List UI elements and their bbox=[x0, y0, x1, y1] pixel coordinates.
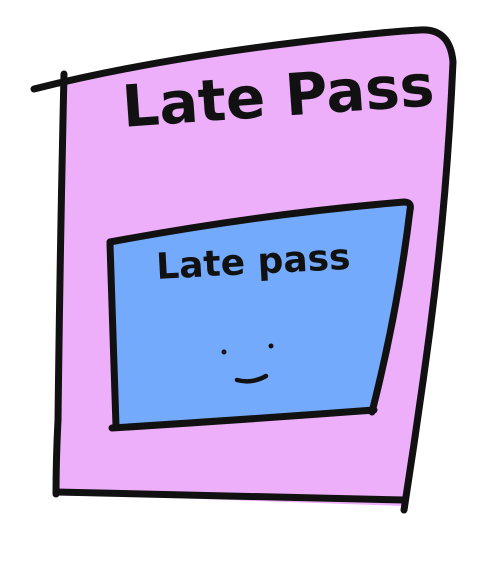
late-pass-drawing: Late Pass Late pass bbox=[30, 26, 457, 514]
right-eye bbox=[268, 343, 274, 349]
left-eye bbox=[221, 349, 227, 355]
